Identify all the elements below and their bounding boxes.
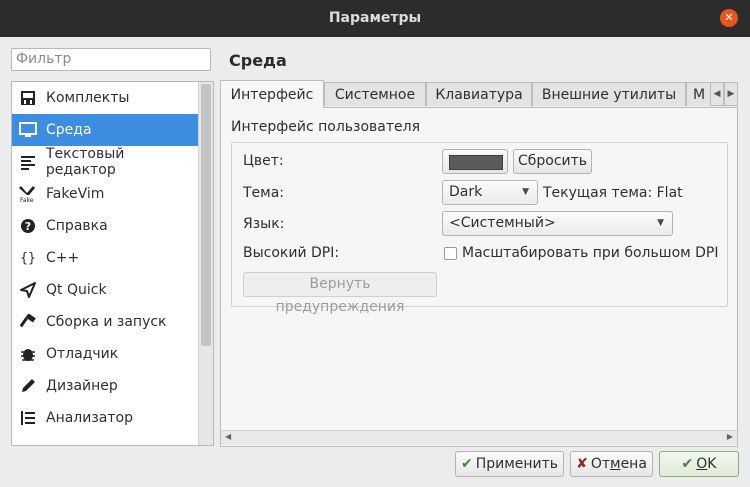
sidebar-scroll-thumb[interactable] <box>201 84 211 346</box>
pen-icon <box>18 376 38 396</box>
sidebar-item-label: Отладчик <box>46 346 119 362</box>
high-dpi-label: Высокий DPI: <box>243 245 340 261</box>
sidebar-item-label: Сборка и запуск <box>46 314 167 330</box>
kits-icon <box>18 88 38 108</box>
sidebar-item-label: Комплекты <box>46 90 130 106</box>
text-editor-icon <box>18 152 38 172</box>
braces-icon: {} <box>20 250 36 266</box>
language-label: Язык: <box>243 216 285 232</box>
sidebar-item-help[interactable]: ? Справка <box>12 210 198 242</box>
close-icon[interactable]: ✕ <box>720 9 738 27</box>
sidebar-item-text-editor[interactable]: Текстовый редактор <box>12 146 198 178</box>
sidebar-item-environment[interactable]: Среда <box>12 114 198 146</box>
tab-interface[interactable]: Интерфейс <box>220 80 324 108</box>
tab-scroll-left-icon[interactable]: ◀ <box>710 82 724 106</box>
help-icon: ? <box>18 216 38 236</box>
ok-label: OK <box>696 456 717 472</box>
color-label: Цвет: <box>243 153 284 169</box>
analyzer-icon <box>18 408 38 428</box>
sidebar-item-label: FakeVim <box>46 186 105 202</box>
apply-label: Применить <box>475 456 559 472</box>
title-bar: Параметры ✕ <box>0 0 750 37</box>
ok-button[interactable]: ✔ OK <box>659 451 739 477</box>
group-title: Интерфейс пользователя <box>231 119 421 135</box>
sidebar-item-kits[interactable]: Комплекты <box>12 82 198 114</box>
sidebar-item-designer[interactable]: Дизайнер <box>12 370 198 402</box>
sidebar-scrollbar[interactable] <box>198 82 213 445</box>
horizontal-scrollbar[interactable]: ◀ ▶ <box>221 430 737 445</box>
theme-value: Dark <box>449 184 483 200</box>
color-swatch <box>449 155 503 170</box>
check-icon: ✔ <box>681 456 694 472</box>
qt-quick-icon <box>18 280 38 300</box>
scroll-left-icon[interactable]: ◀ <box>225 432 231 441</box>
bug-icon <box>18 344 38 364</box>
cancel-button[interactable]: ✘ Отмена <box>570 451 653 477</box>
sidebar-item-fakevim[interactable]: Fake FakeVim <box>12 178 198 210</box>
chevron-down-icon: ▼ <box>522 187 529 197</box>
window-title: Параметры <box>328 10 422 26</box>
high-dpi-checkbox-label[interactable]: Масштабировать при большом DPI <box>462 245 719 261</box>
high-dpi-checkbox[interactable] <box>444 247 457 260</box>
tab-external-tools[interactable]: Внешние утилиты <box>532 82 686 106</box>
sidebar-item-analyzer[interactable]: Анализатор <box>12 402 198 434</box>
sidebar-list: Комплекты Среда Текстовый редактор Fake … <box>11 81 214 446</box>
theme-label: Тема: <box>243 185 285 201</box>
sidebar-item-label: Справка <box>46 218 108 234</box>
monitor-icon <box>18 120 38 140</box>
sidebar-item-label: Qt Quick <box>46 282 107 298</box>
sidebar-item-label: Анализатор <box>46 410 133 426</box>
chevron-down-icon: ▼ <box>657 218 664 228</box>
tab-keyboard[interactable]: Клавиатура <box>426 82 532 106</box>
language-combo[interactable]: <Системный> ▼ <box>442 211 673 236</box>
svg-text:?: ? <box>25 220 31 233</box>
reset-button[interactable]: Сбросить <box>513 149 592 174</box>
theme-combo[interactable]: Dark ▼ <box>442 180 538 205</box>
partial-icon <box>18 440 38 445</box>
sidebar-item-label: Дизайнер <box>46 378 118 394</box>
sidebar-item-debugger[interactable]: Отладчик <box>12 338 198 370</box>
cancel-label: Отмена <box>590 456 647 472</box>
color-picker-button[interactable] <box>442 149 508 174</box>
tab-bar: Интерфейс Системное Клавиатура Внешние у… <box>220 80 738 108</box>
page-title: Среда <box>229 51 287 70</box>
tab-more[interactable]: М <box>686 82 712 106</box>
language-value: <Системный> <box>449 215 556 231</box>
sidebar-item-label: C++ <box>46 250 80 266</box>
fakevim-icon: Fake <box>18 184 38 204</box>
tab-system[interactable]: Системное <box>324 82 426 106</box>
sidebar-item-qt-quick[interactable]: Qt Quick <box>12 274 198 306</box>
hammer-icon <box>18 312 38 332</box>
sidebar-item-label: Среда <box>46 122 92 138</box>
svg-text:Fake: Fake <box>20 197 34 203</box>
restore-warnings-button[interactable]: Вернуть предупреждения <box>243 272 437 315</box>
sidebar-item-partial[interactable] <box>12 434 198 445</box>
check-icon: ✔ <box>460 456 473 472</box>
filter-input[interactable]: Фильтр <box>11 48 211 71</box>
sidebar-item-label: Текстовый редактор <box>45 146 125 178</box>
cancel-x-icon: ✘ <box>576 456 588 472</box>
scroll-right-icon[interactable]: ▶ <box>727 432 733 441</box>
tab-scroll-right-icon[interactable]: ▶ <box>724 82 738 106</box>
sidebar-item-build-run[interactable]: Сборка и запуск <box>12 306 198 338</box>
apply-button[interactable]: ✔ Применить <box>455 451 564 477</box>
sidebar-item-cpp[interactable]: {} C++ <box>12 242 198 274</box>
current-theme-label: Текущая тема: Flat <box>543 185 683 201</box>
